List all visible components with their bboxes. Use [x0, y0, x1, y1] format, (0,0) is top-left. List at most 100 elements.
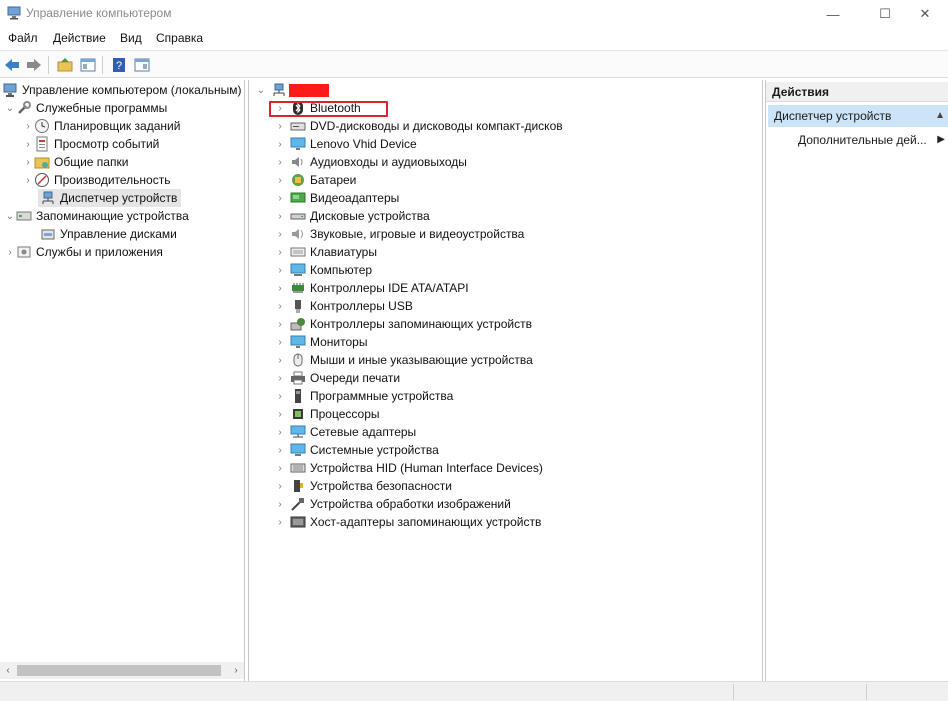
tree-device-manager[interactable]: Диспетчер устройств — [38, 189, 182, 207]
chevron-right-icon[interactable]: › — [22, 171, 34, 189]
network-adapter-icon — [290, 424, 306, 440]
device-category-row[interactable]: › Программные устройства — [274, 387, 453, 405]
chevron-right-icon[interactable]: › — [274, 495, 286, 513]
device-category-row[interactable]: › Системные устройства — [274, 441, 439, 459]
printer-icon — [290, 370, 306, 386]
scroll-right-icon[interactable]: › — [228, 662, 244, 679]
menu-help[interactable]: Справка — [156, 31, 203, 45]
device-category-row[interactable]: › Мониторы — [274, 333, 367, 351]
device-category-row[interactable]: › Мыши и иные указывающие устройства — [274, 351, 533, 369]
menu-file[interactable]: Файл — [8, 31, 38, 45]
chevron-right-icon[interactable]: › — [22, 153, 34, 171]
chevron-right-icon[interactable]: › — [274, 207, 286, 225]
chevron-right-icon[interactable]: › — [274, 279, 286, 297]
chevron-right-icon[interactable]: › — [274, 171, 286, 189]
disk-drive-icon — [290, 208, 306, 224]
device-category-row[interactable]: › Сетевые адаптеры — [274, 423, 416, 441]
chevron-right-icon[interactable]: › — [274, 225, 286, 243]
device-category-row[interactable]: › Звуковые, игровые и видеоустройства — [274, 225, 524, 243]
properties-icon[interactable] — [132, 55, 152, 75]
tree-task-scheduler[interactable]: › Планировщик заданий — [22, 117, 180, 135]
chevron-down-icon[interactable]: ⌄ — [255, 81, 267, 99]
chevron-right-icon[interactable]: › — [274, 117, 286, 135]
chevron-right-icon[interactable]: › — [274, 369, 286, 387]
chevron-right-icon[interactable]: › — [22, 117, 34, 135]
chevron-right-icon[interactable]: › — [274, 135, 286, 153]
chevron-right-icon[interactable]: › — [274, 153, 286, 171]
device-category-row[interactable]: › Устройства безопасности — [274, 477, 452, 495]
menu-view[interactable]: Вид — [120, 31, 142, 45]
tree-utilities[interactable]: ⌄ Служебные программы — [4, 99, 167, 117]
device-category-row[interactable]: › Хост-адаптеры запоминающих устройств — [274, 513, 541, 531]
device-category-row[interactable]: › Очереди печати — [274, 369, 400, 387]
chevron-right-icon[interactable]: › — [274, 333, 286, 351]
device-category-row[interactable]: › Процессоры — [274, 405, 379, 423]
toolbar-separator — [102, 56, 103, 74]
device-category-row[interactable]: › Устройства обработки изображений — [274, 495, 510, 513]
chevron-right-icon[interactable]: › — [274, 477, 286, 495]
device-category-row[interactable]: › Клавиатуры — [274, 243, 377, 261]
chevron-right-icon[interactable]: › — [274, 189, 286, 207]
chevron-down-icon[interactable]: ⌄ — [4, 207, 16, 225]
collapse-up-icon[interactable]: ▲ — [935, 105, 945, 127]
dvd-drive-icon — [290, 118, 306, 134]
event-log-icon — [34, 136, 50, 152]
scroll-left-icon[interactable]: ‹ — [0, 662, 16, 679]
tree-event-viewer[interactable]: › Просмотр событий — [22, 135, 159, 153]
device-category-label: Мыши и иные указывающие устройства — [310, 353, 533, 367]
chevron-right-icon[interactable]: › — [274, 351, 286, 369]
actions-section-device-manager[interactable]: Диспетчер устройств ▲ — [768, 105, 948, 127]
chevron-right-icon[interactable]: › — [274, 297, 286, 315]
device-category-label: Системные устройства — [310, 443, 439, 457]
chevron-down-icon[interactable]: ⌄ — [4, 99, 16, 117]
chevron-right-icon[interactable]: › — [274, 423, 286, 441]
device-category-row[interactable]: › Дисковые устройства — [274, 207, 429, 225]
chevron-right-icon[interactable]: › — [274, 405, 286, 423]
close-button[interactable]: ✕ — [902, 0, 948, 28]
chevron-right-icon[interactable]: › — [4, 243, 16, 261]
tree-root[interactable]: Управление компьютером (локальным) — [2, 81, 242, 99]
tree-storage[interactable]: ⌄ Запоминающие устройства — [4, 207, 189, 225]
device-category-row[interactable]: › Аудиовходы и аудиовыходы — [274, 153, 467, 171]
device-category-row[interactable]: › Lenovo Vhid Device — [274, 135, 416, 153]
console-tree-icon[interactable] — [78, 55, 98, 75]
tree-performance[interactable]: › Производительность — [22, 171, 170, 189]
device-category-row[interactable]: › DVD-дисководы и дисководы компакт-диско… — [274, 117, 562, 135]
back-arrow-icon[interactable] — [2, 55, 22, 75]
chevron-right-icon[interactable]: › — [274, 261, 286, 279]
chevron-right-icon[interactable]: › — [274, 243, 286, 261]
processor-icon — [290, 406, 306, 422]
device-category-row[interactable]: › Устройства HID (Human Interface Devices… — [274, 459, 543, 477]
chevron-right-icon[interactable]: › — [274, 513, 286, 531]
help-icon[interactable]: ? — [109, 55, 129, 75]
forward-arrow-icon[interactable] — [24, 55, 44, 75]
device-tree-root[interactable]: ⌄ — [255, 81, 291, 99]
device-category-row[interactable]: › Компьютер — [274, 261, 372, 279]
tree-shared-folders[interactable]: › Общие папки — [22, 153, 128, 171]
device-category-row[interactable]: › Видеоадаптеры — [274, 189, 399, 207]
device-category-row[interactable]: › Контроллеры IDE ATA/ATAPI — [274, 279, 468, 297]
submenu-arrow-icon[interactable]: ▶ — [937, 132, 945, 148]
menu-action[interactable]: Действие — [53, 31, 106, 45]
device-category-label: Устройства безопасности — [310, 479, 452, 493]
device-category-row[interactable]: › Контроллеры запоминающих устройств — [274, 315, 532, 333]
minimize-button[interactable]: — — [810, 0, 856, 28]
tree-disk-management[interactable]: Управление дисками — [38, 225, 177, 243]
more-actions-item[interactable]: Дополнительные дей... — [798, 132, 927, 148]
tree-task-scheduler-label: Планировщик заданий — [54, 119, 181, 133]
chevron-right-icon[interactable]: › — [274, 459, 286, 477]
chevron-right-icon[interactable]: › — [274, 387, 286, 405]
device-category-row[interactable]: › Батареи — [274, 171, 356, 189]
device-category-label: Мониторы — [310, 335, 368, 349]
scrollbar-thumb[interactable] — [17, 665, 221, 676]
ide-controller-icon — [290, 280, 306, 296]
chevron-right-icon[interactable]: › — [274, 441, 286, 459]
up-folder-icon[interactable] — [55, 55, 75, 75]
chevron-right-icon[interactable]: › — [22, 135, 34, 153]
horizontal-scrollbar[interactable]: ‹ › — [0, 662, 244, 679]
device-category-row[interactable]: › Контроллеры USB — [274, 297, 413, 315]
chevron-right-icon[interactable]: › — [274, 315, 286, 333]
clock-icon — [34, 118, 50, 134]
host-adapter-icon — [290, 514, 306, 530]
tree-services-apps[interactable]: › Службы и приложения — [4, 243, 163, 261]
